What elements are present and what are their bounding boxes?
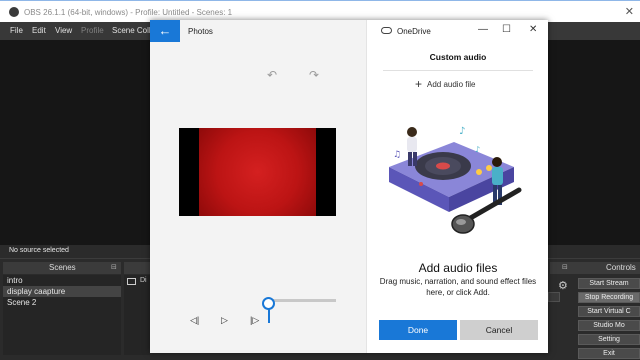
cancel-button[interactable]: Cancel (460, 320, 538, 340)
cloud-icon (381, 27, 392, 34)
scenes-dock-icon[interactable]: ⊟ (111, 263, 117, 271)
close-icon[interactable]: ✕ (529, 24, 537, 35)
source-item-partial[interactable]: Di (140, 277, 147, 284)
controls-header: Controls (606, 263, 636, 272)
redo-icon[interactable]: ↷ (309, 68, 319, 82)
settings-button[interactable]: Setting (578, 334, 640, 345)
controls-dock-header: Controls ⊟ (550, 262, 640, 274)
add-audio-description: Drag music, narration, and sound effect … (379, 277, 537, 297)
audio-illustration: ♪ ♫ ♪ (389, 126, 522, 234)
add-audio-heading: Add audio files (418, 261, 498, 275)
scene-item-intro[interactable]: intro (3, 275, 121, 286)
panel-divider (383, 70, 533, 71)
onedrive-title: OneDrive (397, 27, 431, 36)
obs-titlebar: OBS 26.1.1 (64-bit, windows) - Profile: … (0, 0, 640, 22)
obs-logo-icon (9, 7, 19, 17)
menu-view[interactable]: View (55, 26, 72, 35)
photos-topbar: ← Photos (150, 20, 366, 42)
scene-item-scene-2[interactable]: Scene 2 (3, 297, 121, 308)
stop-recording-button[interactable]: Stop Recording (578, 292, 640, 303)
play-icon[interactable]: ▷ (221, 315, 228, 326)
add-audio-file-label: Add audio file (427, 80, 476, 89)
minimize-icon[interactable]: — (478, 24, 488, 35)
plus-icon: + (415, 77, 423, 91)
timeline-track[interactable] (268, 299, 336, 302)
undo-icon[interactable]: ↶ (267, 68, 277, 82)
svg-text:♫: ♫ (393, 150, 401, 160)
back-button[interactable]: ← (150, 20, 180, 42)
scenes-list: intro display caapture Scene 2 (3, 275, 121, 355)
scenes-dock-header: Scenes ⊟ (3, 262, 121, 274)
menu-scene-collection[interactable]: Scene Colle (112, 26, 155, 35)
studio-mode-button[interactable]: Studio Mo (578, 320, 640, 331)
exit-button[interactable]: Exit (578, 348, 640, 359)
add-audio-file-button[interactable]: + Add audio file (415, 77, 476, 91)
display-source-icon (127, 278, 136, 285)
gear-icon[interactable]: ⚙ (558, 279, 568, 292)
app-name: Photos (188, 27, 213, 36)
photos-window: ← Photos ↶ ↷ ◁| ▷ |▷ OneDrive — ☐ ✕ Cust… (150, 20, 548, 353)
video-preview-content (199, 128, 316, 216)
video-preview (179, 128, 336, 216)
source-status-text: No source selected (9, 247, 69, 254)
menu-file[interactable]: File (10, 26, 23, 35)
sources-dock-header (124, 262, 150, 274)
svg-text:♪: ♪ (459, 126, 465, 137)
obs-window-title: OBS 26.1.1 (64-bit, windows) - Profile: … (24, 8, 233, 17)
done-button[interactable]: Done (379, 320, 457, 340)
scene-item-display-caapture[interactable]: display caapture (3, 286, 121, 297)
svg-text:♪: ♪ (475, 145, 480, 154)
next-frame-icon[interactable]: |▷ (250, 315, 259, 326)
video-editor-area: ↶ ↷ ◁| ▷ |▷ (150, 42, 366, 353)
controls-dock-icon[interactable]: ⊟ (562, 263, 568, 271)
menu-profile[interactable]: Profile (81, 26, 104, 35)
start-virtual-camera-button[interactable]: Start Virtual C (578, 306, 640, 317)
previous-frame-icon[interactable]: ◁| (190, 315, 199, 326)
maximize-icon[interactable]: ☐ (502, 24, 511, 35)
obs-close-icon[interactable]: ✕ (625, 5, 634, 18)
arrow-left-icon: ← (158, 23, 172, 38)
scenes-header: Scenes (49, 263, 76, 272)
controls-panel: ⚙ Start Stream Stop Recording Start Virt… (550, 275, 640, 360)
panel-title: Custom audio (429, 52, 487, 62)
playhead-stem (268, 309, 270, 323)
sources-list: Di (124, 275, 150, 355)
onedrive-titlebar: OneDrive — ☐ ✕ (367, 20, 549, 42)
start-streaming-button[interactable]: Start Stream (578, 278, 640, 289)
menu-edit[interactable]: Edit (32, 26, 46, 35)
custom-audio-panel: OneDrive — ☐ ✕ Custom audio + Add audio … (366, 20, 548, 353)
playhead-handle[interactable] (262, 297, 275, 310)
